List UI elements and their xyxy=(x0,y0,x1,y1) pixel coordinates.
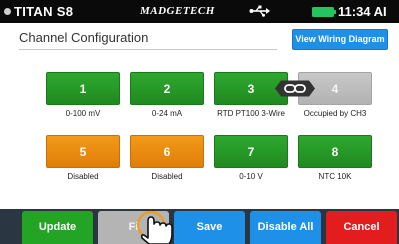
channel-2-description: 0-24 mA xyxy=(151,109,183,118)
channel-5-button[interactable]: 5 xyxy=(46,135,120,168)
brand-logo: MADGETECH xyxy=(140,5,215,17)
channel-4-description: Occupied by CH3 xyxy=(303,109,367,118)
status-bar: TITAN S8 MADGETECH 11:34 AI xyxy=(0,0,399,23)
channel-3-description: RTD PT100 3-Wire xyxy=(217,109,285,118)
channel-6-button[interactable]: 6 xyxy=(130,135,204,168)
channel-8-button[interactable]: 8 xyxy=(298,135,372,168)
touch-hand-icon xyxy=(136,210,173,244)
channel-8: 8 NTC 10K xyxy=(298,135,372,181)
channel-1: 1 0-100 mV xyxy=(46,72,120,118)
channel-5-description: Disabled xyxy=(67,172,99,181)
usb-icon xyxy=(249,5,270,17)
channel-8-description: NTC 10K xyxy=(318,172,352,181)
channel-7: 7 0-10 V xyxy=(214,135,288,181)
channel-2: 2 0-24 mA xyxy=(130,72,204,118)
device-name: TITAN S8 xyxy=(14,4,74,19)
channel-1-button[interactable]: 1 xyxy=(46,72,120,105)
title-divider xyxy=(19,49,277,50)
disable-all-button[interactable]: Disable All xyxy=(250,211,321,244)
channel-2-button[interactable]: 2 xyxy=(130,72,204,105)
page-title: Channel Configuration xyxy=(19,30,149,45)
update-button[interactable]: Update xyxy=(22,211,93,244)
channel-1-description: 0-100 mV xyxy=(65,109,101,118)
battery-icon xyxy=(312,7,336,17)
channel-6-description: Disabled xyxy=(151,172,183,181)
channel-7-button[interactable]: 7 xyxy=(214,135,288,168)
channel-5: 5 Disabled xyxy=(46,135,120,181)
chain-link-icon[interactable] xyxy=(275,80,315,97)
clock: 11:34 AI xyxy=(338,4,387,19)
cancel-button[interactable]: Cancel xyxy=(326,211,397,244)
status-dot-icon xyxy=(4,8,11,15)
channel-6: 6 Disabled xyxy=(130,135,204,181)
channel-7-description: 0-10 V xyxy=(239,172,263,181)
view-wiring-diagram-button[interactable]: View Wiring Diagram xyxy=(292,29,388,50)
